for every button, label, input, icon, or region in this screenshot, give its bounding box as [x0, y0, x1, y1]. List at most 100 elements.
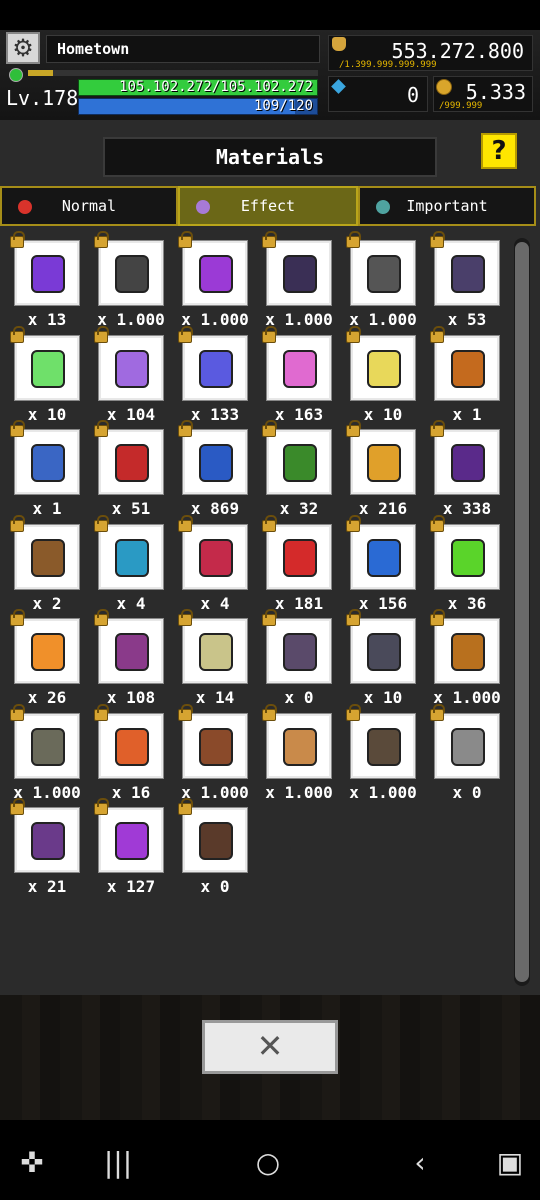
scrollbar-thumb[interactable]	[515, 242, 529, 982]
item-slot[interactable]	[98, 807, 164, 873]
item-slot[interactable]	[14, 334, 80, 401]
item-cell[interactable]: x 10	[336, 325, 420, 427]
item-cell[interactable]: x 156	[336, 514, 420, 616]
item-slot[interactable]	[434, 240, 500, 306]
recent-apps-icon[interactable]: |||	[98, 1148, 138, 1178]
item-slot[interactable]	[182, 429, 248, 495]
item-slot[interactable]	[182, 807, 248, 873]
item-slot[interactable]	[434, 429, 500, 495]
item-cell[interactable]: x 10	[336, 609, 420, 710]
item-cell[interactable]: x 181	[252, 514, 336, 616]
cube-icon	[376, 200, 390, 214]
item-cell[interactable]: x 338	[420, 420, 504, 521]
item-slot[interactable]	[98, 523, 164, 590]
scroll-icon	[31, 444, 65, 482]
bottle-icon	[199, 633, 233, 671]
close-button[interactable]: ✕	[202, 1020, 338, 1074]
item-cell[interactable]: x 36	[420, 514, 504, 616]
item-slot[interactable]	[14, 807, 80, 873]
tab-normal[interactable]: Normal	[0, 186, 178, 226]
item-cell[interactable]: x 32	[252, 420, 336, 521]
item-cell[interactable]: x 1.000	[336, 231, 420, 332]
item-slot[interactable]	[266, 429, 332, 495]
item-cell[interactable]: x 1.000	[168, 703, 252, 805]
item-cell[interactable]: x 51	[84, 420, 168, 521]
item-slot[interactable]	[266, 712, 332, 779]
item-cell[interactable]: x 0	[252, 609, 336, 710]
tab-important[interactable]: Important	[358, 186, 536, 226]
item-cell[interactable]: x 14	[168, 609, 252, 710]
item-cell[interactable]: x 127	[84, 798, 168, 899]
item-cell[interactable]: x 133	[168, 325, 252, 427]
item-cell[interactable]: x 13	[0, 231, 84, 332]
item-slot[interactable]	[14, 618, 80, 684]
item-slot[interactable]	[98, 429, 164, 495]
game-launcher-icon[interactable]: ✜	[12, 1148, 52, 1178]
item-cell[interactable]: x 1.000	[252, 703, 336, 805]
item-slot[interactable]	[434, 523, 500, 590]
item-slot[interactable]	[434, 712, 500, 779]
item-cell[interactable]: x 1.000	[420, 609, 504, 710]
item-slot[interactable]	[182, 334, 248, 401]
item-slot[interactable]	[182, 240, 248, 306]
item-slot[interactable]	[266, 618, 332, 684]
item-cell[interactable]: x 26	[0, 609, 84, 710]
item-cell[interactable]: x 1	[0, 420, 84, 521]
item-slot[interactable]	[98, 712, 164, 779]
item-cell[interactable]: x 10	[0, 325, 84, 427]
red-mushroom-icon	[283, 538, 317, 577]
item-cell[interactable]: x 2	[0, 514, 84, 616]
item-cell[interactable]: x 0	[168, 798, 252, 899]
item-cell[interactable]: x 0	[420, 703, 504, 805]
item-cell[interactable]: x 1.000	[252, 231, 336, 332]
back-icon[interactable]: ‹	[400, 1148, 440, 1178]
item-slot[interactable]	[434, 618, 500, 684]
item-slot[interactable]	[266, 334, 332, 401]
settings-gear-icon[interactable]: ⚙	[6, 32, 40, 64]
item-slot[interactable]	[350, 240, 416, 306]
item-cell[interactable]: x 104	[84, 325, 168, 427]
item-slot[interactable]	[182, 618, 248, 684]
level-label: Lv.178	[6, 86, 79, 110]
item-slot[interactable]	[266, 523, 332, 590]
item-slot[interactable]	[350, 334, 416, 401]
item-cell[interactable]: x 216	[336, 420, 420, 521]
item-cell[interactable]: x 108	[84, 609, 168, 710]
item-slot[interactable]	[98, 240, 164, 306]
item-cell[interactable]: x 163	[252, 325, 336, 427]
lock-icon	[430, 703, 445, 721]
item-cell[interactable]: x 16	[84, 703, 168, 805]
item-slot[interactable]	[350, 523, 416, 590]
home-icon[interactable]: ○	[248, 1148, 288, 1178]
item-slot[interactable]	[182, 523, 248, 590]
item-slot[interactable]	[98, 618, 164, 684]
item-slot[interactable]	[14, 523, 80, 590]
item-cell[interactable]: x 1.000	[336, 703, 420, 805]
item-slot[interactable]	[14, 712, 80, 779]
item-slot[interactable]	[14, 240, 80, 306]
item-slot[interactable]	[14, 429, 80, 495]
item-cell[interactable]: x 1.000	[168, 231, 252, 332]
tab-effect[interactable]: Effect	[178, 186, 358, 226]
item-slot[interactable]	[266, 240, 332, 306]
help-button[interactable]: ?	[481, 133, 517, 169]
item-cell[interactable]: x 21	[0, 798, 84, 899]
item-cell[interactable]: x 1	[420, 325, 504, 427]
item-slot[interactable]	[350, 712, 416, 779]
item-slot[interactable]	[350, 429, 416, 495]
horn-icon	[283, 727, 317, 766]
item-slot[interactable]	[182, 712, 248, 779]
gem-display[interactable]: 0	[328, 76, 428, 112]
item-cell[interactable]: x 4	[168, 514, 252, 616]
screenshot-icon[interactable]: ▣	[490, 1148, 530, 1178]
coin-display[interactable]: 5.333 /999.999	[433, 76, 533, 112]
item-cell[interactable]: x 4	[84, 514, 168, 616]
item-slot[interactable]	[434, 334, 500, 401]
item-cell[interactable]: x 1.000	[84, 231, 168, 332]
item-cell[interactable]: x 1.000	[0, 703, 84, 805]
lock-icon	[178, 703, 193, 721]
item-cell[interactable]: x 869	[168, 420, 252, 521]
item-slot[interactable]	[350, 618, 416, 684]
item-slot[interactable]	[98, 334, 164, 401]
item-cell[interactable]: x 53	[420, 231, 504, 332]
